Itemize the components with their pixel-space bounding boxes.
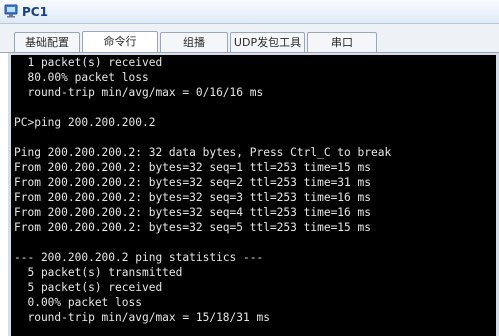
tab-strip: 基础配置 命令行 组播 UDP发包工具 串口	[0, 24, 499, 53]
console-line: round-trip min/avg/max = 0/16/16 ms	[14, 86, 264, 99]
console-line: From 200.200.200.2: bytes=32 seq=5 ttl=2…	[14, 221, 371, 234]
console-line: 5 packet(s) transmitted	[14, 266, 183, 279]
console-line: 80.00% packet loss	[14, 71, 149, 84]
console-line: round-trip min/avg/max = 15/18/31 ms	[14, 311, 270, 324]
window-title: PC1	[22, 5, 48, 19]
tab-basic-config[interactable]: 基础配置	[14, 32, 80, 53]
title-bar: PC1	[0, 0, 499, 24]
console-line: Ping 200.200.200.2: 32 data bytes, Press…	[14, 146, 392, 159]
console-line: PC>ping 200.200.200.2	[14, 116, 156, 129]
tab-command-line[interactable]: 命令行	[82, 31, 158, 53]
console-line: --- 200.200.200.2 ping statistics ---	[14, 251, 264, 264]
console-line: 1 packet(s) received	[14, 56, 163, 69]
console-output: 1 packet(s) received 80.00% packet loss …	[11, 55, 496, 325]
console-line: From 200.200.200.2: bytes=32 seq=2 ttl=2…	[14, 176, 371, 189]
console-line: From 200.200.200.2: bytes=32 seq=1 ttl=2…	[14, 161, 371, 174]
console-line: From 200.200.200.2: bytes=32 seq=3 ttl=2…	[14, 191, 371, 204]
console-line: From 200.200.200.2: bytes=32 seq=4 ttl=2…	[14, 206, 371, 219]
pc-icon	[4, 4, 18, 18]
tab-udp-tool[interactable]: UDP发包工具	[230, 32, 305, 53]
tab-multicast[interactable]: 组播	[160, 32, 228, 53]
command-console[interactable]: 1 packet(s) received 80.00% packet loss …	[11, 55, 496, 336]
tab-serial-port[interactable]: 串口	[307, 32, 377, 53]
console-line: 0.00% packet loss	[14, 296, 142, 309]
console-line: 5 packet(s) received	[14, 281, 163, 294]
